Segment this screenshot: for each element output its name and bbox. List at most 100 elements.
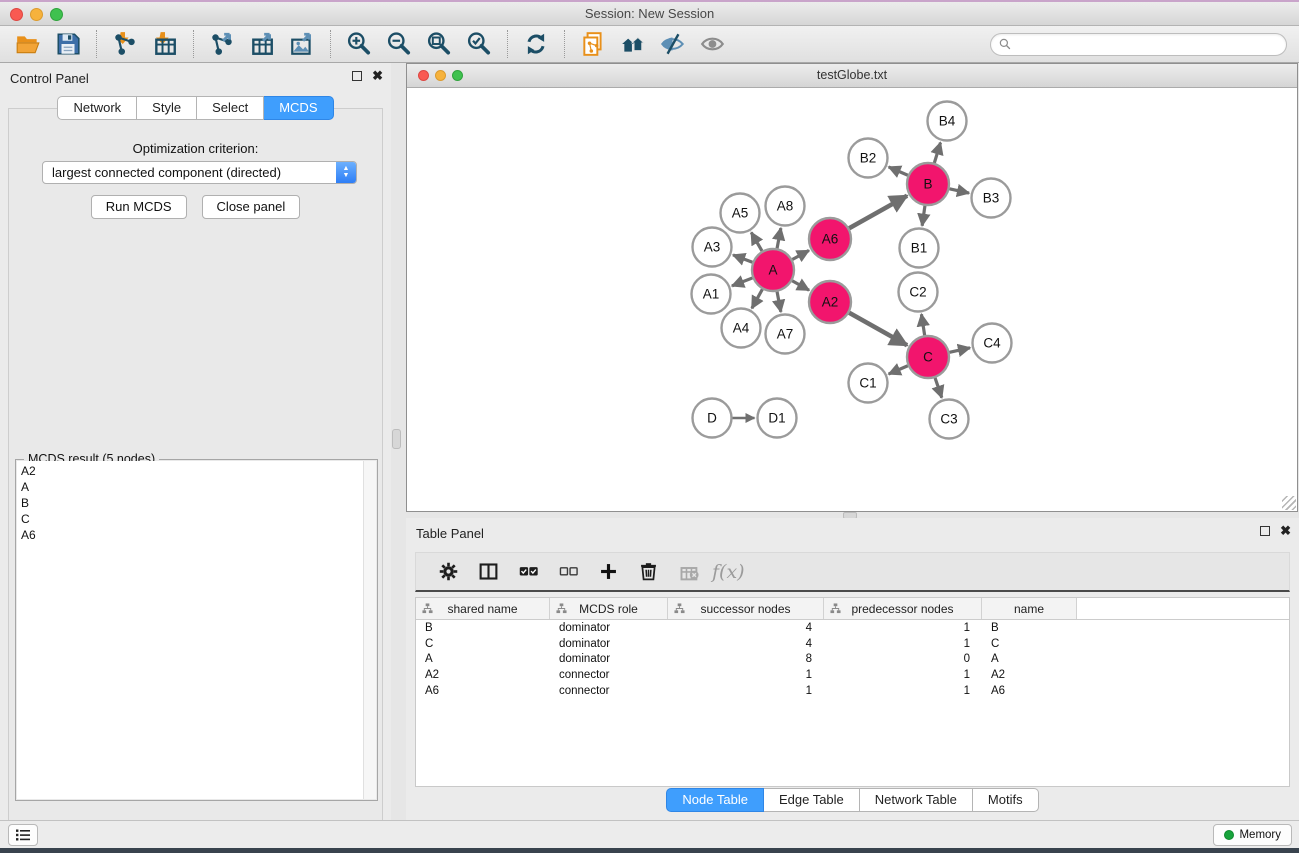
graph-node-C[interactable]: C <box>907 336 949 378</box>
zoom-selected-button[interactable] <box>459 29 499 59</box>
graph-node-D[interactable]: D <box>693 399 732 438</box>
result-list-scrollbar[interactable] <box>363 461 376 799</box>
mcds-result-list[interactable]: A2ABCA6 <box>17 461 363 799</box>
network-canvas[interactable]: B4B2BB3A5A8A6A3B1AA1C2A2A4A7CC4C1C3DD1 <box>407 88 1297 511</box>
result-list-item[interactable]: A6 <box>21 527 363 543</box>
run-mcds-button[interactable]: Run MCDS <box>91 195 187 219</box>
column-header-shared-name[interactable]: shared name <box>416 598 550 619</box>
graph-node-A2[interactable]: A2 <box>809 281 851 323</box>
graph-node-A7[interactable]: A7 <box>766 315 805 354</box>
graph-node-B1[interactable]: B1 <box>900 229 939 268</box>
table-cell[interactable]: C <box>416 638 550 650</box>
column-header-successor-nodes[interactable]: successor nodes <box>668 598 824 619</box>
result-list-item[interactable]: C <box>21 511 363 527</box>
zoom-in-button[interactable] <box>339 29 379 59</box>
table-cell[interactable]: connector <box>550 685 668 697</box>
tab-select[interactable]: Select <box>197 96 264 120</box>
graph-node-A3[interactable]: A3 <box>693 228 732 267</box>
table-cell[interactable]: C <box>982 638 1077 650</box>
tab-style[interactable]: Style <box>137 96 197 120</box>
function-builder-button[interactable]: f(x) <box>712 561 745 583</box>
vertical-splitter-handle[interactable] <box>392 429 401 449</box>
table-cell[interactable]: 1 <box>824 669 982 681</box>
table-cell[interactable]: B <box>982 622 1077 634</box>
table-cell[interactable]: connector <box>550 669 668 681</box>
table-cell[interactable]: A <box>982 653 1077 665</box>
first-neighbors-button[interactable] <box>613 29 653 59</box>
column-header-MCDS-role[interactable]: MCDS role <box>550 598 668 619</box>
network-minimize-button[interactable] <box>435 70 446 81</box>
show-all-button[interactable] <box>693 29 733 59</box>
graph-node-D1[interactable]: D1 <box>758 399 797 438</box>
table-row[interactable]: A2connector11A2 <box>416 667 1289 683</box>
graph-node-A8[interactable]: A8 <box>766 187 805 226</box>
export-network-button[interactable] <box>202 29 242 59</box>
close-window-button[interactable] <box>10 8 23 21</box>
tab-node-table[interactable]: Node Table <box>666 788 764 812</box>
split-columns-button[interactable] <box>468 555 508 589</box>
table-cell[interactable]: A6 <box>982 685 1077 697</box>
table-cell[interactable]: 4 <box>668 638 824 650</box>
graph-node-A6[interactable]: A6 <box>809 218 851 260</box>
table-row[interactable]: Cdominator41C <box>416 636 1289 652</box>
table-cell[interactable]: 1 <box>824 638 982 650</box>
float-panel-icon[interactable] <box>352 71 362 81</box>
hide-selected-button[interactable] <box>653 29 693 59</box>
graph-node-C2[interactable]: C2 <box>899 273 938 312</box>
graph-node-A5[interactable]: A5 <box>721 194 760 233</box>
network-close-button[interactable] <box>418 70 429 81</box>
table-cell[interactable]: 4 <box>668 622 824 634</box>
column-header-predecessor-nodes[interactable]: predecessor nodes <box>824 598 982 619</box>
tab-mcds[interactable]: MCDS <box>264 96 333 120</box>
open-folder-button[interactable] <box>8 29 48 59</box>
close-table-panel-icon[interactable]: ✖ <box>1280 526 1291 536</box>
tab-network[interactable]: Network <box>57 96 137 120</box>
minimize-window-button[interactable] <box>30 8 43 21</box>
export-image-button[interactable] <box>282 29 322 59</box>
graph-node-A1[interactable]: A1 <box>692 275 731 314</box>
table-cell[interactable]: B <box>416 622 550 634</box>
float-table-panel-icon[interactable] <box>1260 526 1270 536</box>
delete-column-button[interactable] <box>628 555 668 589</box>
table-cell[interactable]: dominator <box>550 653 668 665</box>
table-cell[interactable]: 0 <box>824 653 982 665</box>
table-cell[interactable]: A2 <box>416 669 550 681</box>
graph-node-B[interactable]: B <box>907 163 949 205</box>
window-resize-grip[interactable] <box>1282 496 1296 510</box>
graph-node-B3[interactable]: B3 <box>972 179 1011 218</box>
table-cell[interactable]: A <box>416 653 550 665</box>
close-panel-icon[interactable]: ✖ <box>372 71 383 81</box>
network-zoom-button[interactable] <box>452 70 463 81</box>
graph-node-B4[interactable]: B4 <box>928 102 967 141</box>
deselect-all-button[interactable] <box>548 555 588 589</box>
graph-node-C4[interactable]: C4 <box>973 324 1012 363</box>
table-cell[interactable]: 1 <box>824 622 982 634</box>
tab-network-table[interactable]: Network Table <box>860 788 973 812</box>
result-list-item[interactable]: A2 <box>21 463 363 479</box>
result-list-item[interactable]: B <box>21 495 363 511</box>
graph-node-A4[interactable]: A4 <box>722 309 761 348</box>
save-button[interactable] <box>48 29 88 59</box>
table-row[interactable]: A6connector11A6 <box>416 683 1289 699</box>
tab-motifs[interactable]: Motifs <box>973 788 1039 812</box>
table-row[interactable]: Bdominator41B <box>416 620 1289 636</box>
new-network-from-selection-button[interactable] <box>573 29 613 59</box>
import-network-button[interactable] <box>105 29 145 59</box>
export-table-button[interactable] <box>242 29 282 59</box>
graph-node-C3[interactable]: C3 <box>930 400 969 439</box>
import-table-button[interactable] <box>145 29 185 59</box>
table-cell[interactable]: A2 <box>982 669 1077 681</box>
tab-edge-table[interactable]: Edge Table <box>764 788 860 812</box>
table-row[interactable]: Adominator80A <box>416 652 1289 668</box>
column-header-name[interactable]: name <box>982 598 1077 619</box>
zoom-out-button[interactable] <box>379 29 419 59</box>
gear-button[interactable] <box>428 555 468 589</box>
close-panel-button[interactable]: Close panel <box>202 195 301 219</box>
network-graph[interactable]: B4B2BB3A5A8A6A3B1AA1C2A2A4A7CC4C1C3DD1 <box>407 88 1297 511</box>
add-column-button[interactable] <box>588 555 628 589</box>
table-cell[interactable]: A6 <box>416 685 550 697</box>
graph-node-B2[interactable]: B2 <box>849 139 888 178</box>
search-input[interactable] <box>1016 37 1278 51</box>
refresh-button[interactable] <box>516 29 556 59</box>
zoom-fit-button[interactable] <box>419 29 459 59</box>
